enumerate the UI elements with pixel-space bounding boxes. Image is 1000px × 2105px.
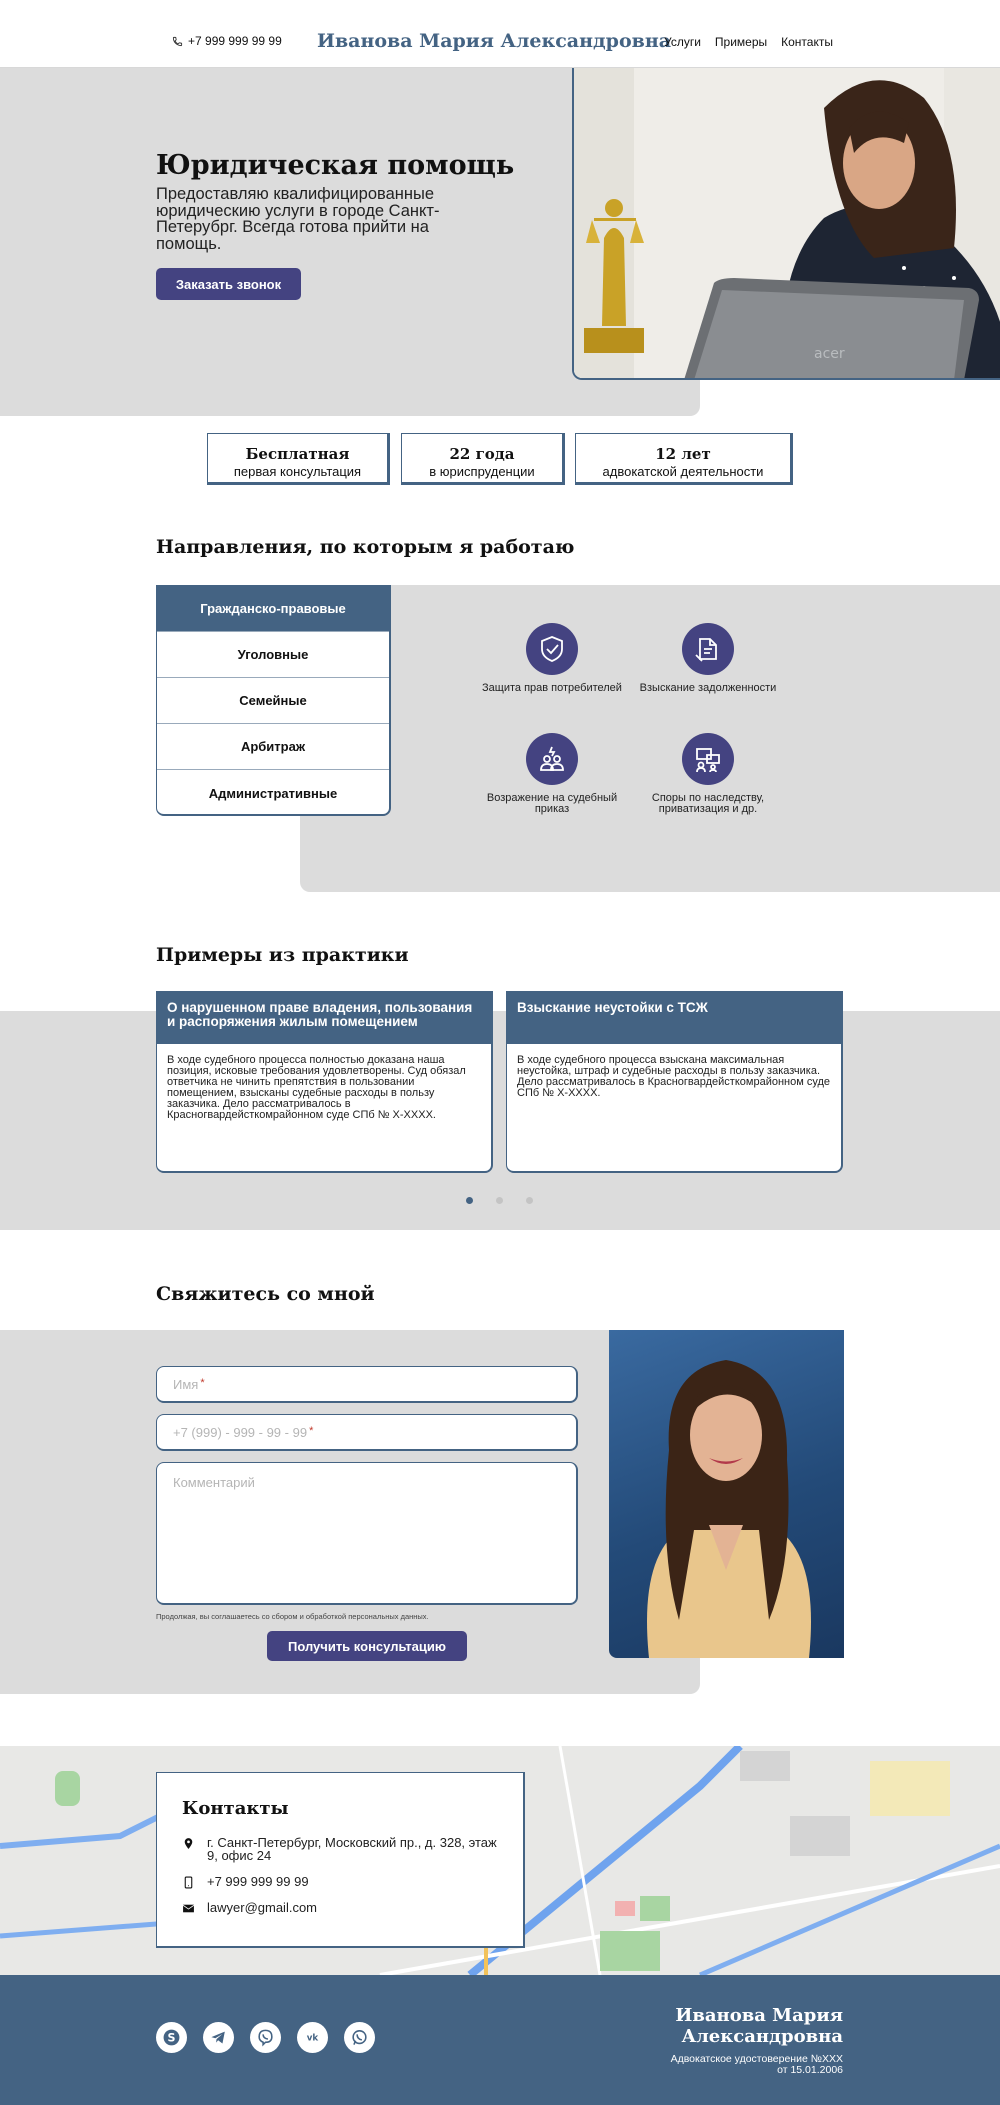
- required-mark: *: [200, 1377, 205, 1389]
- contacts-title: Контакты: [182, 1798, 289, 1819]
- service-consumer-rights[interactable]: Защита прав потребителей: [477, 623, 627, 694]
- whatsapp-icon[interactable]: [344, 2022, 375, 2053]
- case-title: О нарушенном праве владения, пользования…: [157, 992, 491, 1044]
- email-text: lawyer@gmail.com: [207, 1900, 317, 1915]
- footer-cert-text: Адвокатское удостоверение №ХХХ от 15.01.…: [670, 2053, 843, 2076]
- footer-certificate: Адвокатское удостоверение №ХХХ от 15.01.…: [663, 2054, 843, 2076]
- nav-examples[interactable]: Примеры: [715, 35, 767, 49]
- header-phone-text: +7 999 999 99 99: [188, 34, 282, 48]
- get-consultation-button[interactable]: Получить консультацию: [267, 1631, 467, 1661]
- phone-text: +7 999 999 99 99: [207, 1874, 309, 1889]
- phone-icon: [172, 36, 183, 46]
- tab-administrative[interactable]: Административные: [157, 770, 389, 814]
- telegram-icon[interactable]: [203, 2022, 234, 2053]
- contact-phone[interactable]: +7 999 999 99 99: [182, 1875, 309, 1889]
- stat-caption: в юриспруденции: [429, 464, 535, 479]
- carousel-dot-1[interactable]: [466, 1197, 473, 1204]
- tab-civil[interactable]: Гражданско-правовые: [157, 586, 389, 632]
- case-text: В ходе судебного процесса полностью дока…: [167, 1054, 466, 1121]
- service-label: Возражение на судебный приказ: [486, 792, 618, 815]
- stat-value: 22 года: [449, 445, 515, 463]
- service-inheritance-disputes[interactable]: Споры по наследству, приватизация и др.: [633, 733, 783, 815]
- site-footer: [0, 1975, 1000, 2105]
- main-nav: Услуги Примеры Контакты: [664, 35, 833, 49]
- case-title: Взыскание неустойки с ТСЖ: [507, 992, 841, 1044]
- nav-contacts[interactable]: Контакты: [781, 35, 833, 49]
- stat-free-consultation: Бесплатная первая консультация: [207, 433, 390, 485]
- debt-document-icon: [682, 623, 734, 675]
- phone-placeholder: +7 (999) - 999 - 99 - 99: [173, 1424, 308, 1440]
- svg-text:S: S: [168, 2031, 176, 2044]
- hero-subtitle: Предоставляю квалифицированные юридическ…: [156, 185, 440, 253]
- nav-services[interactable]: Услуги: [664, 35, 701, 49]
- hero-title: Юридическая помощь: [156, 150, 515, 181]
- mail-icon: [182, 1904, 195, 1913]
- footer-name: Иванова Мария Александровна: [643, 2005, 843, 2047]
- contact-form-title: Свяжитесь со мной: [156, 1283, 375, 1305]
- inheritance-dispute-icon: [682, 733, 734, 785]
- name-placeholder: Имя: [173, 1376, 199, 1392]
- phone-input[interactable]: +7 (999) - 999 - 99 - 99 *: [156, 1414, 578, 1451]
- tab-criminal[interactable]: Уголовные: [157, 632, 389, 678]
- mobile-phone-icon: [184, 1876, 193, 1889]
- name-input[interactable]: Имя *: [156, 1366, 578, 1403]
- tab-arbitration[interactable]: Арбитраж: [157, 724, 389, 770]
- stat-value: Бесплатная: [245, 445, 350, 463]
- consent-text: Продолжая, вы соглашаетесь со сбором и о…: [156, 1612, 429, 1621]
- lawyer-portrait-photo: [609, 1330, 844, 1658]
- skype-icon[interactable]: S: [156, 2022, 187, 2053]
- stat-caption: адвокатской деятельности: [602, 464, 764, 479]
- stat-value: 12 лет: [655, 445, 711, 463]
- service-label: Взыскание задолженности: [639, 682, 777, 694]
- svg-text:acer: acer: [814, 346, 845, 362]
- stat-caption: первая консультация: [233, 464, 362, 479]
- footer-name-text: Иванова Мария Александровна: [675, 2005, 843, 2047]
- case-card[interactable]: Взыскание неустойки с ТСЖ В ходе судебно…: [506, 991, 843, 1173]
- viber-icon[interactable]: [250, 2022, 281, 2053]
- case-text: В ходе судебного процесса взыскана макси…: [517, 1054, 831, 1099]
- location-pin-icon: [184, 1838, 193, 1849]
- directions-title: Направления, по которым я работаю: [156, 536, 575, 558]
- contact-email[interactable]: lawyer@gmail.com: [182, 1901, 317, 1915]
- carousel-dot-3[interactable]: [526, 1197, 533, 1204]
- order-call-button[interactable]: Заказать звонок: [156, 268, 301, 300]
- stat-years-law: 22 года в юриспруденции: [401, 433, 565, 485]
- service-label: Споры по наследству, приватизация и др.: [651, 792, 765, 815]
- header-phone[interactable]: +7 999 999 99 99: [172, 34, 282, 48]
- carousel-dot-2[interactable]: [496, 1197, 503, 1204]
- directions-tabs: Гражданско-правовые Уголовные Семейные А…: [156, 585, 391, 816]
- people-objection-icon: [526, 733, 578, 785]
- service-court-order-objection[interactable]: Возражение на судебный приказ: [477, 733, 627, 815]
- case-card[interactable]: О нарушенном праве владения, пользования…: [156, 991, 493, 1173]
- service-debt-collection[interactable]: Взыскание задолженности: [633, 623, 783, 694]
- tab-family[interactable]: Семейные: [157, 678, 389, 724]
- required-mark: *: [309, 1425, 314, 1437]
- vk-icon[interactable]: vk: [297, 2022, 328, 2053]
- stat-years-advocacy: 12 лет адвокатской деятельности: [575, 433, 793, 485]
- contact-address: г. Санкт-Петербург, Московский пр., д. 3…: [182, 1836, 502, 1862]
- contacts-card: Контакты г. Санкт-Петербург, Московский …: [156, 1772, 525, 1948]
- svg-text:vk: vk: [307, 2034, 319, 2044]
- site-logo-name[interactable]: Иванова Мария Александровна: [317, 30, 671, 52]
- service-label: Защита прав потребителей: [482, 682, 622, 694]
- cases-title: Примеры из практики: [156, 944, 409, 966]
- shield-check-icon: [526, 623, 578, 675]
- comment-textarea[interactable]: Комментарий: [156, 1462, 578, 1605]
- hero-photo-lawyer-at-laptop: acer: [572, 68, 1000, 380]
- comment-placeholder: Комментарий: [173, 1475, 255, 1490]
- address-text: г. Санкт-Петербург, Московский пр., д. 3…: [207, 1835, 497, 1863]
